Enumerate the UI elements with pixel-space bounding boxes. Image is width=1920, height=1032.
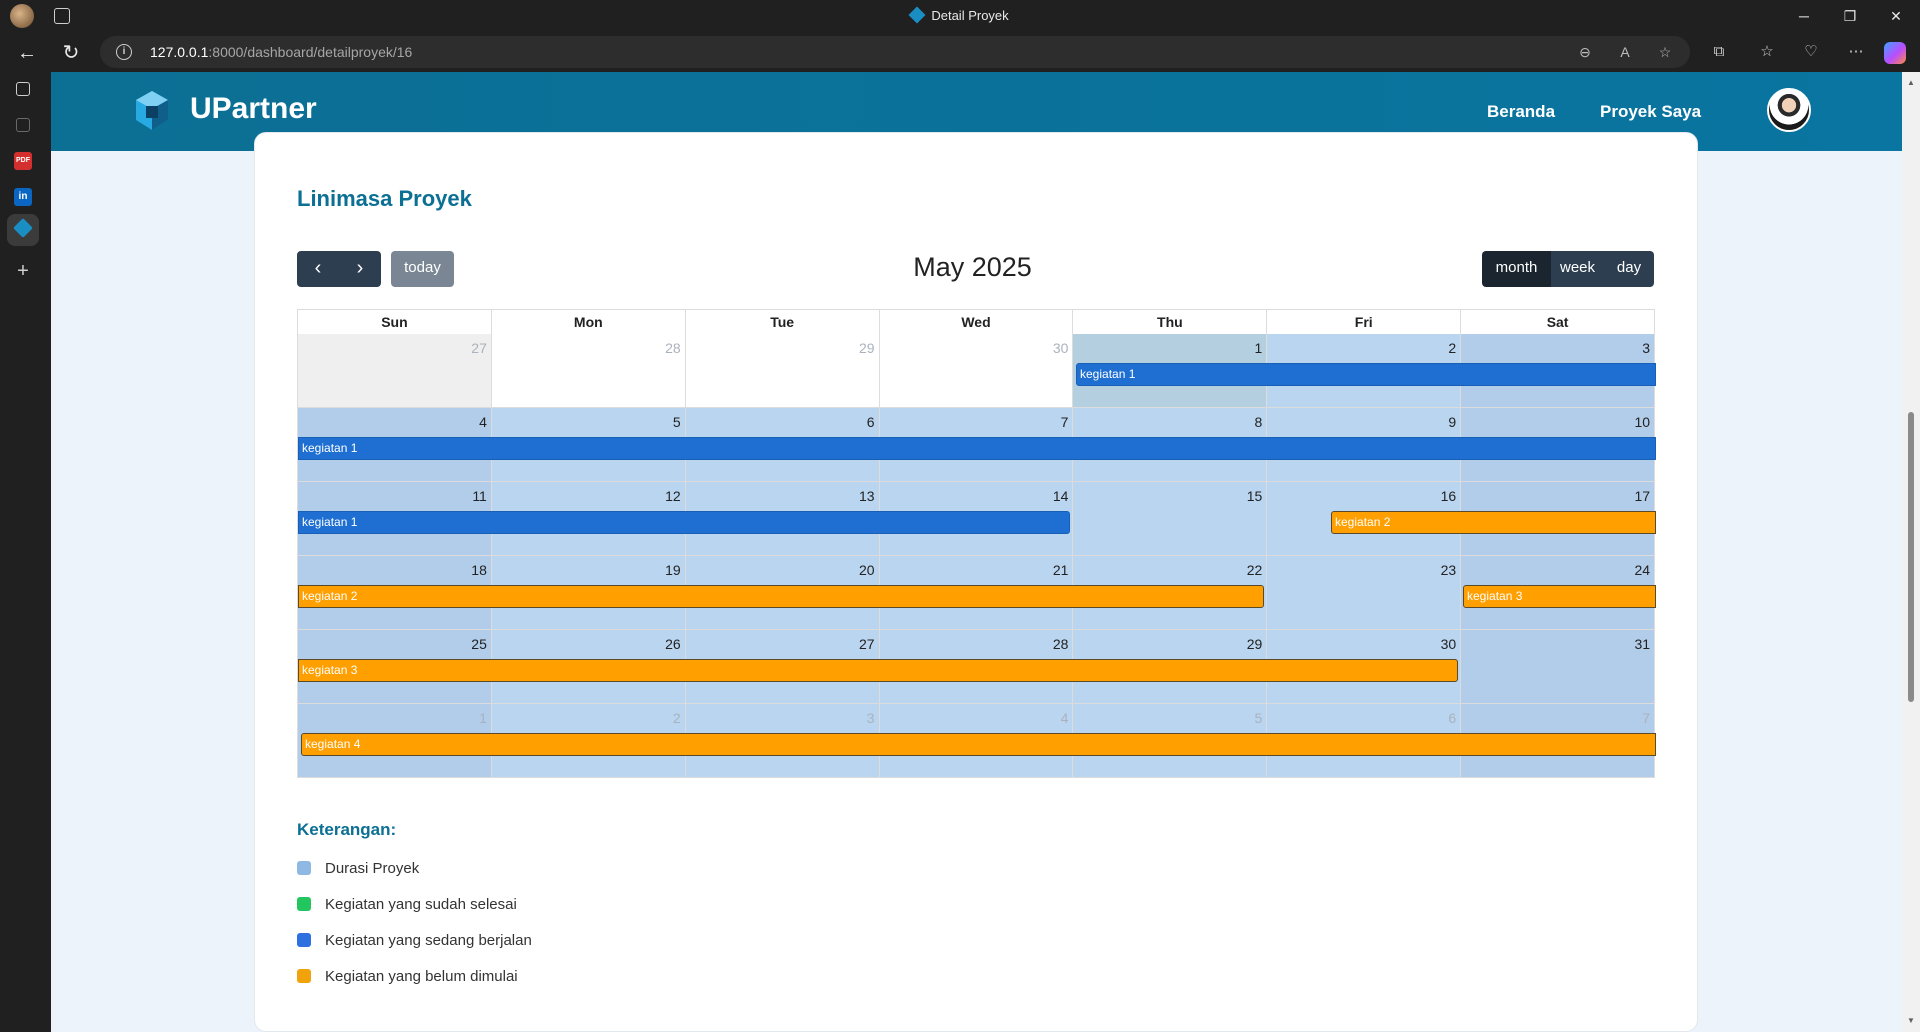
- browser-title-bar: Detail Proyek ─ ❐ ✕: [0, 0, 1920, 32]
- new-tab-icon[interactable]: +: [14, 261, 32, 281]
- calendar-day-cell[interactable]: 30: [879, 334, 1074, 408]
- legend-label: Kegiatan yang belum dimulai: [325, 967, 518, 985]
- vertical-tabs-icon[interactable]: [16, 82, 30, 96]
- weekday-header-row: Sun Mon Tue Wed Thu Fri Sat: [297, 309, 1655, 334]
- weekday-header: Fri: [1267, 310, 1462, 334]
- brand-name[interactable]: UPartner: [190, 92, 317, 126]
- calendar-day-cell[interactable]: 28: [491, 334, 686, 408]
- browser-sidebar: PDF in +: [0, 72, 51, 1032]
- weekday-header: Thu: [1073, 310, 1268, 334]
- linkedin-tab-icon[interactable]: in: [14, 188, 32, 206]
- nav-link-proyek-saya[interactable]: Proyek Saya: [1600, 102, 1701, 122]
- legend-label: Kegiatan yang sedang berjalan: [325, 931, 532, 949]
- calendar-event[interactable]: kegiatan 1: [298, 511, 1070, 534]
- calendar-day-cell[interactable]: 15: [1073, 482, 1268, 556]
- legend-swatch: [297, 861, 311, 875]
- pdf-tab-icon[interactable]: PDF: [14, 152, 32, 170]
- legend-label: Durasi Proyek: [325, 859, 420, 877]
- legend-swatch: [297, 933, 311, 947]
- weekday-header: Mon: [492, 310, 686, 334]
- minimize-icon[interactable]: ─: [1792, 4, 1816, 28]
- upartner-logo-icon[interactable]: [134, 89, 170, 133]
- calendar-day-cell[interactable]: 27: [298, 334, 492, 408]
- legend-title: Keterangan:: [297, 820, 397, 839]
- calendar-day-cell[interactable]: 31: [1461, 630, 1656, 704]
- legend-swatch: [297, 969, 311, 983]
- more-menu-icon[interactable]: ⋯: [1845, 41, 1867, 63]
- calendar-week-row: 27 28 29 30 1 2 3 kegiatan 1: [297, 334, 1656, 408]
- favorites-icon[interactable]: ☆: [1756, 41, 1778, 63]
- favorite-star-icon[interactable]: ☆: [1656, 43, 1674, 61]
- calendar-week-row: 25 26 27 28 29 30 31 kegiatan 3: [297, 630, 1656, 704]
- calendar-view-switcher: month week day: [1482, 251, 1654, 287]
- browser-essentials-icon[interactable]: ♡: [1800, 41, 1822, 63]
- address-bar-row: ← ↻ i 127.0.0.1:8000/dashboard/detailpro…: [0, 32, 1920, 72]
- calendar-event[interactable]: kegiatan 2: [1331, 511, 1656, 534]
- close-window-icon[interactable]: ✕: [1884, 4, 1908, 28]
- calendar-event[interactable]: kegiatan 2: [298, 585, 1264, 608]
- window-title: Detail Proyek: [0, 6, 1920, 24]
- month-calendar-grid: Sun Mon Tue Wed Thu Fri Sat 27 28 29 30 …: [297, 309, 1656, 778]
- page-scrollbar[interactable]: ▲ ▼: [1902, 72, 1920, 1032]
- calendar-week-row: 4 5 6 7 8 9 10 kegiatan 1: [297, 408, 1656, 482]
- calendar-day-cell[interactable]: 23: [1267, 556, 1462, 630]
- url-input[interactable]: i 127.0.0.1:8000/dashboard/detailproyek/…: [100, 36, 1690, 68]
- view-week-button[interactable]: week: [1551, 251, 1604, 287]
- copilot-icon[interactable]: [1884, 42, 1906, 64]
- calendar-event[interactable]: kegiatan 3: [298, 659, 1458, 682]
- legend-swatch: [297, 897, 311, 911]
- calendar-day-cell[interactable]: 29: [685, 334, 880, 408]
- weekday-header: Wed: [880, 310, 1074, 334]
- calendar-week-row: 11 12 13 14 15 16 17 kegiatan 1 kegiatan…: [297, 482, 1656, 556]
- calendar-event[interactable]: kegiatan 1: [1076, 363, 1656, 386]
- back-icon[interactable]: ←: [14, 40, 40, 66]
- read-aloud-icon[interactable]: A: [1616, 43, 1634, 61]
- zoom-icon[interactable]: ⊖: [1576, 43, 1594, 61]
- upartner-favicon-icon: [908, 6, 926, 24]
- scrollbar-thumb[interactable]: [1908, 412, 1914, 702]
- url-text[interactable]: 127.0.0.1:8000/dashboard/detailproyek/16: [150, 44, 412, 60]
- weekday-header: Tue: [686, 310, 880, 334]
- calendar-event[interactable]: kegiatan 1: [298, 437, 1656, 460]
- calendar-event[interactable]: kegiatan 4: [301, 733, 1656, 756]
- refresh-icon[interactable]: ↻: [58, 40, 84, 66]
- view-month-button[interactable]: month: [1482, 251, 1551, 287]
- scroll-down-arrow-icon[interactable]: ▼: [1906, 1016, 1916, 1025]
- section-title: Linimasa Proyek: [297, 186, 472, 211]
- restore-icon[interactable]: ❐: [1838, 4, 1862, 28]
- user-avatar[interactable]: [1767, 88, 1811, 132]
- view-day-button[interactable]: day: [1604, 251, 1654, 287]
- weekday-header: Sat: [1546, 314, 1569, 330]
- legend-item: Durasi Proyek: [297, 858, 419, 878]
- legend-item: Kegiatan yang sudah selesai: [297, 894, 517, 914]
- legend-item: Kegiatan yang sedang berjalan: [297, 930, 532, 950]
- extensions-icon[interactable]: ⧉: [1708, 41, 1730, 63]
- nav-link-beranda[interactable]: Beranda: [1487, 102, 1555, 122]
- calendar-week-row: 1 2 3 4 5 6 7 kegiatan 4: [297, 704, 1656, 778]
- legend-label: Kegiatan yang sudah selesai: [325, 895, 517, 913]
- weekday-header: Sun: [298, 310, 492, 334]
- scroll-up-arrow-icon[interactable]: ▲: [1906, 78, 1916, 87]
- legend-item: Kegiatan yang belum dimulai: [297, 966, 518, 986]
- calendar-week-row: 18 19 20 21 22 23 24 kegiatan 2 kegiatan…: [297, 556, 1656, 630]
- site-info-icon[interactable]: i: [116, 44, 132, 60]
- calendar-event[interactable]: kegiatan 3: [1463, 585, 1656, 608]
- collections-icon[interactable]: [16, 118, 30, 132]
